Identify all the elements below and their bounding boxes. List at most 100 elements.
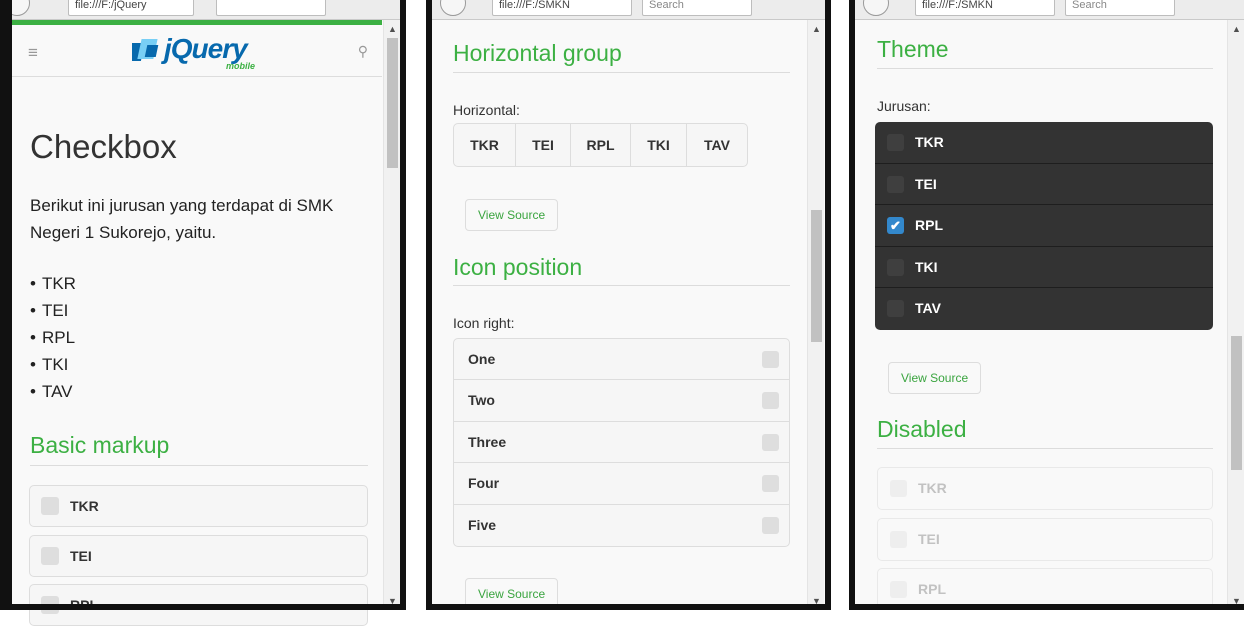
scrollbar[interactable]: ▲ ▼ xyxy=(383,20,400,610)
section-title-basic-markup: Basic markup xyxy=(30,432,169,459)
scroll-up-arrow-icon[interactable]: ▲ xyxy=(808,24,825,34)
list-item: RPL xyxy=(30,324,76,351)
toggle-tei[interactable]: TEI xyxy=(516,124,571,166)
checkbox-tkr[interactable]: TKR xyxy=(29,485,368,527)
panel-horizontal-group: file:///F:/SMKN Search Horizontal group … xyxy=(432,0,825,610)
checkbox-square-icon[interactable] xyxy=(887,176,904,193)
checkbox-square-icon[interactable] xyxy=(41,497,59,515)
back-button[interactable] xyxy=(12,0,30,16)
frame-border xyxy=(0,0,12,610)
scrollbar[interactable]: ▲ ▼ xyxy=(1227,20,1244,610)
search-box[interactable]: Search xyxy=(642,0,752,16)
horizontal-checkbox-group: TKR TEI RPL TKI TAV xyxy=(453,123,748,167)
checkbox-label: Four xyxy=(468,475,499,491)
toggle-rpl[interactable]: RPL xyxy=(571,124,631,166)
checkbox-label: TKR xyxy=(70,498,99,514)
checkmark-icon[interactable]: ✔ xyxy=(887,217,904,234)
checkbox-square-icon[interactable] xyxy=(762,434,779,451)
toggle-tav[interactable]: TAV xyxy=(687,124,747,166)
page-title: Checkbox xyxy=(30,128,177,166)
browser-toolbar: file:///F:/SMKN Search xyxy=(432,0,825,20)
frame-border xyxy=(0,604,406,610)
menu-icon[interactable]: ≡ xyxy=(28,43,38,63)
checkbox-rpl[interactable]: ✔ RPL xyxy=(875,205,1213,247)
checkbox-label: TKI xyxy=(915,259,938,275)
toggle-tkr[interactable]: TKR xyxy=(454,124,516,166)
checkbox-square-icon[interactable] xyxy=(887,134,904,151)
checkbox-two[interactable]: Two xyxy=(454,380,789,421)
frame-border xyxy=(426,0,432,610)
icon-right-label: Icon right: xyxy=(453,315,514,331)
panel-theme: file:///F:/SMKN Search Theme Jurusan: TK… xyxy=(855,0,1244,610)
horizontal-label: Horizontal: xyxy=(453,102,520,118)
checkbox-tei[interactable]: TEI xyxy=(29,535,368,577)
checkbox-label: TEI xyxy=(915,176,937,192)
checkbox-square-icon[interactable] xyxy=(41,547,59,565)
checkbox-label: TAV xyxy=(915,300,941,316)
checkbox-square-icon[interactable] xyxy=(762,475,779,492)
app-header: ≡ jQuery mobile ⚲ xyxy=(12,20,382,77)
divider xyxy=(30,465,368,466)
jurusan-list: TKR TEI RPL TKI TAV xyxy=(30,270,76,405)
theme-checkbox-list: TKR TEI ✔ RPL TKI TAV xyxy=(875,122,1213,330)
scrollbar-thumb[interactable] xyxy=(811,210,822,342)
address-bar[interactable]: file:///F:/SMKN xyxy=(915,0,1055,16)
checkbox-five[interactable]: Five xyxy=(454,505,789,546)
checkbox-label: TEI xyxy=(70,548,92,564)
checkbox-square-icon xyxy=(890,531,907,548)
list-item: TAV xyxy=(30,378,76,405)
checkbox-square-icon[interactable] xyxy=(762,351,779,368)
list-item: TEI xyxy=(30,297,76,324)
back-button[interactable] xyxy=(440,0,466,16)
checkbox-label: TKR xyxy=(915,134,944,150)
divider xyxy=(453,285,790,286)
checkbox-square-icon[interactable] xyxy=(887,259,904,276)
scrollbar-thumb[interactable] xyxy=(387,38,398,168)
checkbox-square-icon[interactable] xyxy=(887,300,904,317)
checkbox-four[interactable]: Four xyxy=(454,463,789,504)
browser-toolbar: file:///F:/SMKN Search xyxy=(855,0,1244,20)
back-button[interactable] xyxy=(863,0,889,16)
checkbox-label: RPL xyxy=(915,217,943,233)
checkbox-label: TKR xyxy=(918,480,947,496)
checkbox-three[interactable]: Three xyxy=(454,422,789,463)
section-title-theme: Theme xyxy=(877,36,949,63)
checkbox-label: Five xyxy=(468,517,496,533)
section-title-icon-position: Icon position xyxy=(453,254,582,281)
toggle-tki[interactable]: TKI xyxy=(631,124,687,166)
checkbox-square-icon xyxy=(890,581,907,598)
search-icon[interactable]: ⚲ xyxy=(358,43,368,60)
view-source-button[interactable]: View Source xyxy=(888,362,981,394)
checkbox-tei[interactable]: TEI xyxy=(875,164,1213,206)
search-box[interactable]: Search xyxy=(1065,0,1175,16)
checkbox-tkr[interactable]: TKR xyxy=(875,122,1213,164)
logo-mark-icon xyxy=(132,37,164,67)
frame-border xyxy=(849,604,1244,610)
intro-paragraph: Berikut ini jurusan yang terdapat di SMK… xyxy=(30,192,370,246)
view-source-button[interactable]: View Source xyxy=(465,199,558,231)
address-bar[interactable]: file:///F:/jQuery xyxy=(68,0,194,16)
checkbox-square-icon[interactable] xyxy=(762,517,779,534)
frame-border xyxy=(825,0,831,610)
scroll-up-arrow-icon[interactable]: ▲ xyxy=(384,24,401,34)
checkbox-label: RPL xyxy=(918,581,946,597)
section-title-disabled: Disabled xyxy=(877,416,967,443)
scrollbar[interactable]: ▲ ▼ xyxy=(807,20,824,610)
disabled-checkbox-tkr: TKR xyxy=(877,467,1213,510)
checkbox-label: One xyxy=(468,351,495,367)
divider xyxy=(877,448,1213,449)
checkbox-tki[interactable]: TKI xyxy=(875,247,1213,289)
scroll-up-arrow-icon[interactable]: ▲ xyxy=(1228,24,1244,34)
icon-right-checkbox-list: One Two Three Four Five xyxy=(453,338,790,547)
section-title-horizontal-group: Horizontal group xyxy=(453,40,622,67)
divider xyxy=(877,68,1213,69)
search-box[interactable] xyxy=(216,0,326,16)
frame-border xyxy=(426,604,831,610)
list-item: TKI xyxy=(30,351,76,378)
checkbox-tav[interactable]: TAV xyxy=(875,288,1213,330)
address-bar[interactable]: file:///F:/SMKN xyxy=(492,0,632,16)
scrollbar-thumb[interactable] xyxy=(1231,336,1242,470)
disabled-checkbox-tei: TEI xyxy=(877,518,1213,561)
checkbox-one[interactable]: One xyxy=(454,339,789,380)
checkbox-square-icon[interactable] xyxy=(762,392,779,409)
